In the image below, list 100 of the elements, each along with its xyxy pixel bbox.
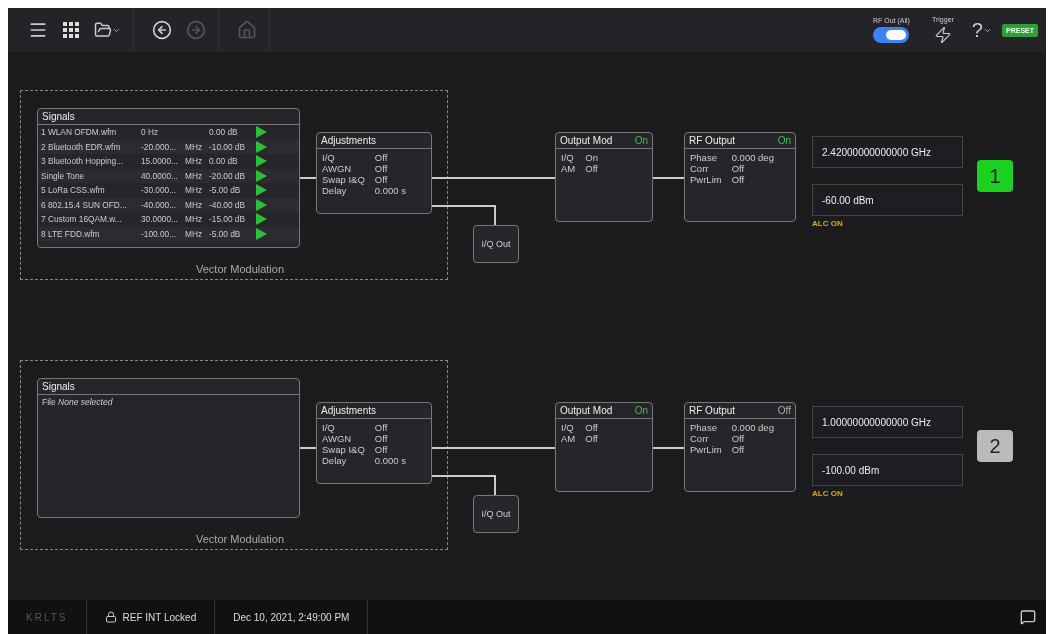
play-icon[interactable] (255, 140, 267, 153)
setting-value: Off (731, 433, 746, 444)
setting-value: Off (731, 163, 746, 174)
message-icon[interactable] (1018, 607, 1038, 627)
adjustments-block[interactable]: Adjustments I/Q Off AWGN Off Swap I&Q Off Delay 0.000 s (316, 132, 432, 214)
setting-label: I/Q (322, 422, 336, 433)
signal-unit: MHz (185, 214, 204, 225)
signals-block[interactable]: Signals File None selected (37, 378, 300, 518)
rf-out-switch[interactable] (873, 27, 910, 43)
wire (653, 447, 684, 449)
signal-unit: MHz (185, 228, 204, 239)
setting-value: Off (374, 152, 389, 163)
output-mod-block[interactable]: Output Mod On I/Q Off AM Off (555, 402, 653, 492)
setting-label: Phase (690, 152, 718, 163)
setting-label: PwrLim (690, 444, 722, 455)
apps-button[interactable] (60, 19, 82, 41)
iq-out-block[interactable]: I/Q Out (473, 225, 519, 263)
signal-unit: MHz (185, 156, 204, 167)
signal-power: -15.00 dB (209, 214, 246, 225)
signal-name: 3 Bluetooth Hopping... (41, 156, 125, 167)
wire (653, 177, 684, 179)
setting-value: Off (374, 433, 389, 444)
setting-value: Off (585, 433, 599, 444)
signal-frequency: -20.000... (141, 141, 178, 152)
channel-badge[interactable]: 1 (977, 160, 1013, 192)
setting-value: Off (585, 422, 599, 433)
play-icon[interactable] (255, 169, 267, 182)
signal-power: -20.00 dB (209, 170, 246, 181)
setting-value: Off (374, 174, 389, 185)
signal-name: 5 LoRa CSS.wfm (41, 185, 106, 196)
signal-unit: MHz (185, 170, 204, 181)
help-button[interactable]: ? (967, 18, 996, 42)
lightning-icon (933, 26, 952, 44)
setting-label: AM (561, 163, 576, 174)
block-status: On (634, 135, 648, 146)
setting-value: Off (374, 422, 389, 433)
frequency-field[interactable]: 1.00000000000000 GHz (812, 406, 963, 438)
block-status: On (777, 135, 791, 146)
play-icon[interactable] (255, 126, 267, 139)
back-icon[interactable] (150, 18, 174, 42)
setting-label: Swap I&Q (322, 174, 365, 185)
signal-frequency: -100.00... (141, 228, 178, 239)
setting-label: PwrLim (690, 174, 722, 185)
setting-label: AM (561, 433, 576, 444)
block-title: Signals (42, 381, 75, 392)
setting-label: I/Q (561, 422, 575, 433)
play-icon[interactable] (255, 227, 267, 240)
group-label: Vector Modulation (196, 263, 285, 275)
setting-value: 0.000 s (374, 185, 407, 196)
grid-icon (62, 21, 80, 39)
setting-label: Delay (322, 185, 348, 196)
signal-unit: MHz (185, 185, 204, 196)
play-icon[interactable] (255, 198, 267, 211)
setting-label: Corr (690, 433, 710, 444)
block-title: Adjustments (321, 135, 377, 146)
signal-frequency: -30.000... (141, 185, 178, 196)
brand-label: KRLTS (26, 611, 68, 623)
setting-label: Swap I&Q (322, 444, 365, 455)
adjustments-block[interactable]: Adjustments I/Q Off AWGN Off Swap I&Q Off Delay 0.000 s (316, 402, 432, 484)
channel-badge[interactable]: 2 (977, 430, 1013, 462)
signal-name: 6 802.15.4 SUN OFD... (41, 199, 128, 210)
block-status: Off (777, 405, 791, 416)
setting-value: On (585, 152, 599, 163)
signal-power: -5.00 dB (209, 185, 242, 196)
setting-label: Phase (690, 422, 718, 433)
block-title: Output Mod (560, 135, 613, 146)
power-field[interactable]: -60.00 dBm (812, 184, 963, 216)
block-title: RF Output (689, 135, 736, 146)
signal-frequency: 40.0000... (141, 170, 179, 181)
signal-name: 2 Bluetooth EDR.wfm (41, 141, 122, 152)
setting-label: AWGN (322, 163, 353, 174)
setting-value: 0.000 deg (731, 422, 775, 433)
signal-power: 0.00 dB (209, 127, 239, 138)
frequency-field[interactable]: 2.42000000000000 GHz (812, 136, 963, 168)
wire (300, 447, 316, 449)
alc-status: ALC ON (812, 219, 843, 228)
signal-power: 0.00 dB (209, 156, 239, 167)
setting-value: Off (374, 163, 389, 174)
signal-frequency: 30.0000... (141, 214, 179, 225)
signals-block[interactable] (37, 108, 300, 248)
output-mod-block[interactable]: Output Mod On I/Q On AM Off (555, 132, 653, 222)
iq-out-block[interactable]: I/Q Out (473, 495, 519, 533)
setting-label: I/Q (561, 152, 575, 163)
play-icon[interactable] (255, 155, 267, 168)
reference-status: REF INT Locked (122, 611, 197, 623)
block-title: Output Mod (560, 405, 613, 416)
signal-frequency: 15.0000... (141, 156, 179, 167)
lock-icon (104, 611, 117, 623)
signal-name: 1 WLAN OFDM.wfm (41, 127, 118, 138)
rf-output-block[interactable]: RF Output On Phase 0.000 deg Corr Off PwrLim Off (684, 132, 796, 222)
block-title: Adjustments (321, 405, 377, 416)
block-title: RF Output (689, 405, 736, 416)
play-icon[interactable] (255, 213, 267, 226)
signal-frequency: 0 Hz (141, 127, 160, 138)
setting-label: Delay (322, 455, 348, 466)
play-icon[interactable] (255, 184, 267, 197)
block-title: Signals (42, 111, 75, 122)
power-field[interactable]: -100.00 dBm (812, 454, 963, 486)
setting-label: AWGN (322, 433, 353, 444)
rf-output-block[interactable]: RF Output Off Phase 0.000 deg Corr Off PwrLim Off (684, 402, 796, 492)
